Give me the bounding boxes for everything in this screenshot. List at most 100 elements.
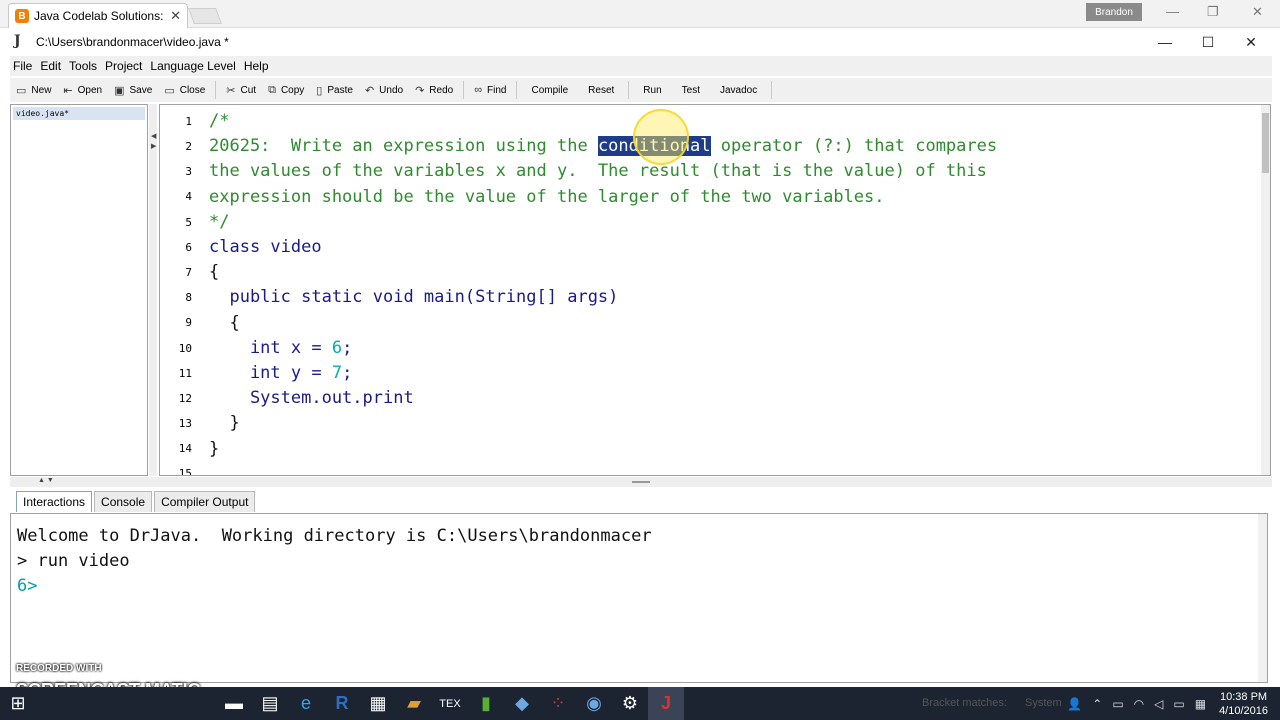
dots-app-icon[interactable]: ⁘	[540, 687, 576, 720]
code-text: ;	[342, 363, 353, 383]
save-button[interactable]: ▣ Save	[108, 79, 158, 101]
interactions-pane[interactable]: Welcome to DrJava. Working directory is …	[10, 513, 1268, 683]
toolbar-separator	[215, 81, 217, 99]
new-tab-button[interactable]	[188, 8, 222, 24]
clock[interactable]: 10:38 PM 4/10/2016	[1219, 690, 1268, 718]
copy-button[interactable]: ⧉ Copy	[262, 79, 310, 101]
wifi-icon[interactable]: ◠	[1134, 697, 1144, 711]
battery-icon[interactable]: ▭	[1112, 697, 1123, 711]
browser-minimize-icon[interactable]: —	[1166, 4, 1179, 19]
line-number: 13	[178, 417, 192, 430]
open-label: Open	[77, 84, 103, 96]
file-explorer-icon[interactable]: ▤	[252, 687, 288, 720]
tex-icon[interactable]: TEX	[432, 687, 468, 720]
new-label: New	[31, 84, 52, 96]
browser-user-badge[interactable]: Brandon	[1086, 3, 1142, 21]
menu-tools[interactable]: Tools	[66, 59, 100, 73]
blogger-icon: B	[15, 9, 29, 23]
briefcase-icon[interactable]: ▰	[396, 687, 432, 720]
browser-restore-icon[interactable]: ❐	[1207, 4, 1219, 20]
menu-project[interactable]: Project	[102, 59, 145, 73]
line-number: 11	[178, 367, 192, 380]
undo-label: Undo	[379, 84, 404, 96]
network-icon[interactable]: ▦	[360, 687, 396, 720]
circle-app-icon[interactable]: ◉	[576, 687, 612, 720]
find-button[interactable]: ∞ Find	[468, 79, 512, 101]
clock-time: 10:38 PM	[1219, 690, 1268, 703]
keyboard-icon[interactable]: ▦	[1195, 697, 1206, 711]
drjava-taskbar-icon[interactable]: J	[648, 687, 684, 720]
line-number-gutter: 1 2 3 4 5 6 7 8 9 10 11 12 13 14 15	[160, 105, 200, 475]
reset-button[interactable]: Reset	[578, 79, 624, 101]
paste-icon: ▯	[316, 84, 323, 97]
code-text: 20625: Write an expression using the	[209, 136, 598, 156]
line-number: 5	[185, 216, 192, 229]
code-line: int x = 6;	[209, 338, 352, 358]
console-scrollbar[interactable]	[1258, 514, 1267, 682]
open-button[interactable]: ⇤ Open	[57, 79, 108, 101]
chart-app-icon[interactable]: ▮	[468, 687, 504, 720]
r-app-icon[interactable]: R	[324, 687, 360, 720]
line-number: 7	[185, 266, 192, 279]
javadoc-button[interactable]: Javadoc	[710, 79, 767, 101]
paste-button[interactable]: ▯ Paste	[310, 79, 359, 101]
cube-icon[interactable]: ◆	[504, 687, 540, 720]
menu-edit[interactable]: Edit	[37, 59, 64, 73]
browser-tab[interactable]: B Java Codelab Solutions: S ✕	[8, 3, 188, 28]
code-text: ;	[342, 338, 353, 358]
vertical-splitter[interactable]	[149, 104, 157, 476]
find-label: Find	[487, 84, 507, 96]
tab-console[interactable]: Console	[94, 491, 153, 512]
line-number: 1	[185, 115, 192, 128]
line-number: 9	[185, 316, 192, 329]
browser-close-icon[interactable]: ✕	[1252, 4, 1263, 20]
test-button[interactable]: Test	[672, 79, 710, 101]
close-button[interactable]: ✕	[1228, 28, 1274, 56]
code-editor[interactable]: 1 2 3 4 5 6 7 8 9 10 11 12 13 14 15 /* 2…	[159, 104, 1271, 476]
drjava-icon: J	[14, 33, 21, 49]
editor-scrollbar[interactable]	[1261, 105, 1270, 475]
tab-interactions[interactable]: Interactions	[16, 491, 93, 512]
volume-icon[interactable]: ◁	[1154, 697, 1163, 711]
chevron-up-icon[interactable]: ⌃	[1092, 697, 1102, 711]
document-item[interactable]: video.java*	[13, 107, 145, 120]
menu-bar: File Edit Tools Project Language Level H…	[10, 56, 1272, 76]
browser-tab-bar: B Java Codelab Solutions: S ✕ Brandon — …	[0, 0, 1280, 28]
redo-button[interactable]: ↷ Redo	[409, 79, 459, 101]
close-icon[interactable]: ✕	[170, 8, 181, 24]
cut-button[interactable]: ✂ Cut	[220, 79, 262, 101]
user-icon[interactable]: 👤	[1067, 697, 1082, 711]
code-line: public static void main(String[] args)	[209, 287, 619, 307]
close-file-button[interactable]: ▭ Close	[158, 79, 211, 101]
number-literal: 7	[331, 363, 343, 383]
clock-date: 4/10/2016	[1219, 704, 1268, 717]
scrollbar-thumb[interactable]	[1262, 113, 1269, 173]
code-line: }	[209, 439, 220, 459]
compile-button[interactable]: Compile	[521, 79, 578, 101]
menu-language-level[interactable]: Language Level	[147, 59, 238, 73]
terminal-icon[interactable]: ▬	[216, 687, 252, 720]
minimize-button[interactable]: —	[1142, 28, 1188, 56]
splitter-grip-icon[interactable]	[632, 481, 650, 483]
undo-button[interactable]: ↶ Undo	[359, 79, 409, 101]
menu-help[interactable]: Help	[241, 59, 272, 73]
maximize-button[interactable]: ☐	[1185, 28, 1231, 56]
paste-label: Paste	[327, 84, 353, 96]
code-line: */	[209, 212, 230, 232]
menu-file[interactable]: File	[10, 59, 35, 73]
edge-icon[interactable]: e	[288, 687, 324, 720]
line-number: 10	[178, 342, 192, 355]
windows-start-icon[interactable]: ⊞	[0, 687, 36, 720]
code-text: int x =	[209, 338, 332, 358]
notification-icon[interactable]: ▭	[1173, 697, 1184, 711]
redo-icon: ↷	[415, 84, 425, 97]
gear-app-icon[interactable]: ⚙	[612, 687, 648, 720]
line-number: 8	[185, 291, 192, 304]
new-button[interactable]: ▭ New	[10, 79, 57, 101]
splitter-arrows-icon[interactable]: ◀ ▶	[151, 132, 156, 152]
browser-tab-title: Java Codelab Solutions: S	[34, 9, 167, 23]
tab-compiler-output[interactable]: Compiler Output	[154, 491, 256, 512]
splitter-arrows-icon[interactable]: ▲ ▼	[38, 477, 54, 484]
line-number: 6	[185, 241, 192, 254]
run-button[interactable]: Run	[633, 79, 671, 101]
